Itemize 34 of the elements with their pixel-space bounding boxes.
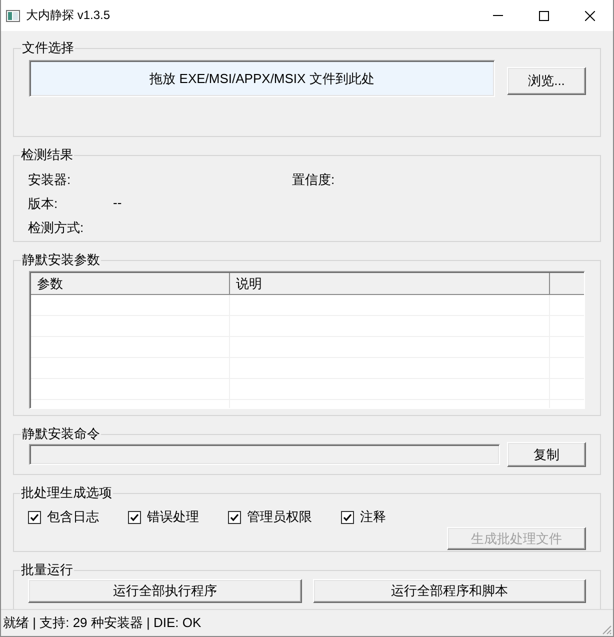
maximize-icon <box>539 10 549 20</box>
checkbox-icon[interactable] <box>128 510 141 524</box>
group-title: 批处理生成选项 <box>20 485 113 501</box>
group-title: 批量运行 <box>20 562 74 578</box>
checkbox-option[interactable]: 注释 <box>341 508 386 526</box>
app-icon <box>6 10 20 22</box>
command-field[interactable] <box>29 444 500 465</box>
group-title: 检测结果 <box>20 147 74 163</box>
field-value: -- <box>113 195 122 212</box>
checkbox-icon[interactable] <box>341 510 354 524</box>
run-button[interactable]: 运行全部程序和脚本 <box>312 579 586 603</box>
group-title: 静默安装参数 <box>21 252 101 268</box>
window-title: 大内静探 v1.3.5 <box>26 7 112 24</box>
field-label: 版本: <box>28 195 59 213</box>
copy-button[interactable]: 复制 <box>507 442 586 467</box>
group-title: 文件选择 <box>21 40 75 56</box>
column-header[interactable]: 参数 <box>31 273 230 294</box>
field-label: 安装器: <box>28 171 72 189</box>
group-title: 静默安装命令 <box>21 426 101 442</box>
checkbox-option[interactable]: 包含日志 <box>28 508 99 526</box>
drop-zone[interactable]: 拖放 EXE/MSI/APPX/MSIX 文件到此处 <box>29 60 495 97</box>
checkbox-option[interactable]: 管理员权限 <box>228 508 312 526</box>
field-label: 检测方式: <box>28 219 85 237</box>
checkbox-icon[interactable] <box>228 510 241 524</box>
status-text: 就绪 | 支持: 29 种安装器 | DIE: OK <box>3 614 202 632</box>
checkbox-option[interactable]: 错误处理 <box>128 508 199 526</box>
field-label: 置信度: <box>292 171 336 189</box>
resize-grip-icon[interactable] <box>600 623 612 635</box>
run-button[interactable]: 运行全部执行程序 <box>28 579 302 603</box>
column-header[interactable]: 说明 <box>230 273 550 294</box>
browse-button[interactable]: 浏览... <box>507 67 586 95</box>
checkbox-icon[interactable] <box>28 510 41 524</box>
minimize-icon <box>493 15 503 16</box>
close-icon <box>585 10 595 20</box>
